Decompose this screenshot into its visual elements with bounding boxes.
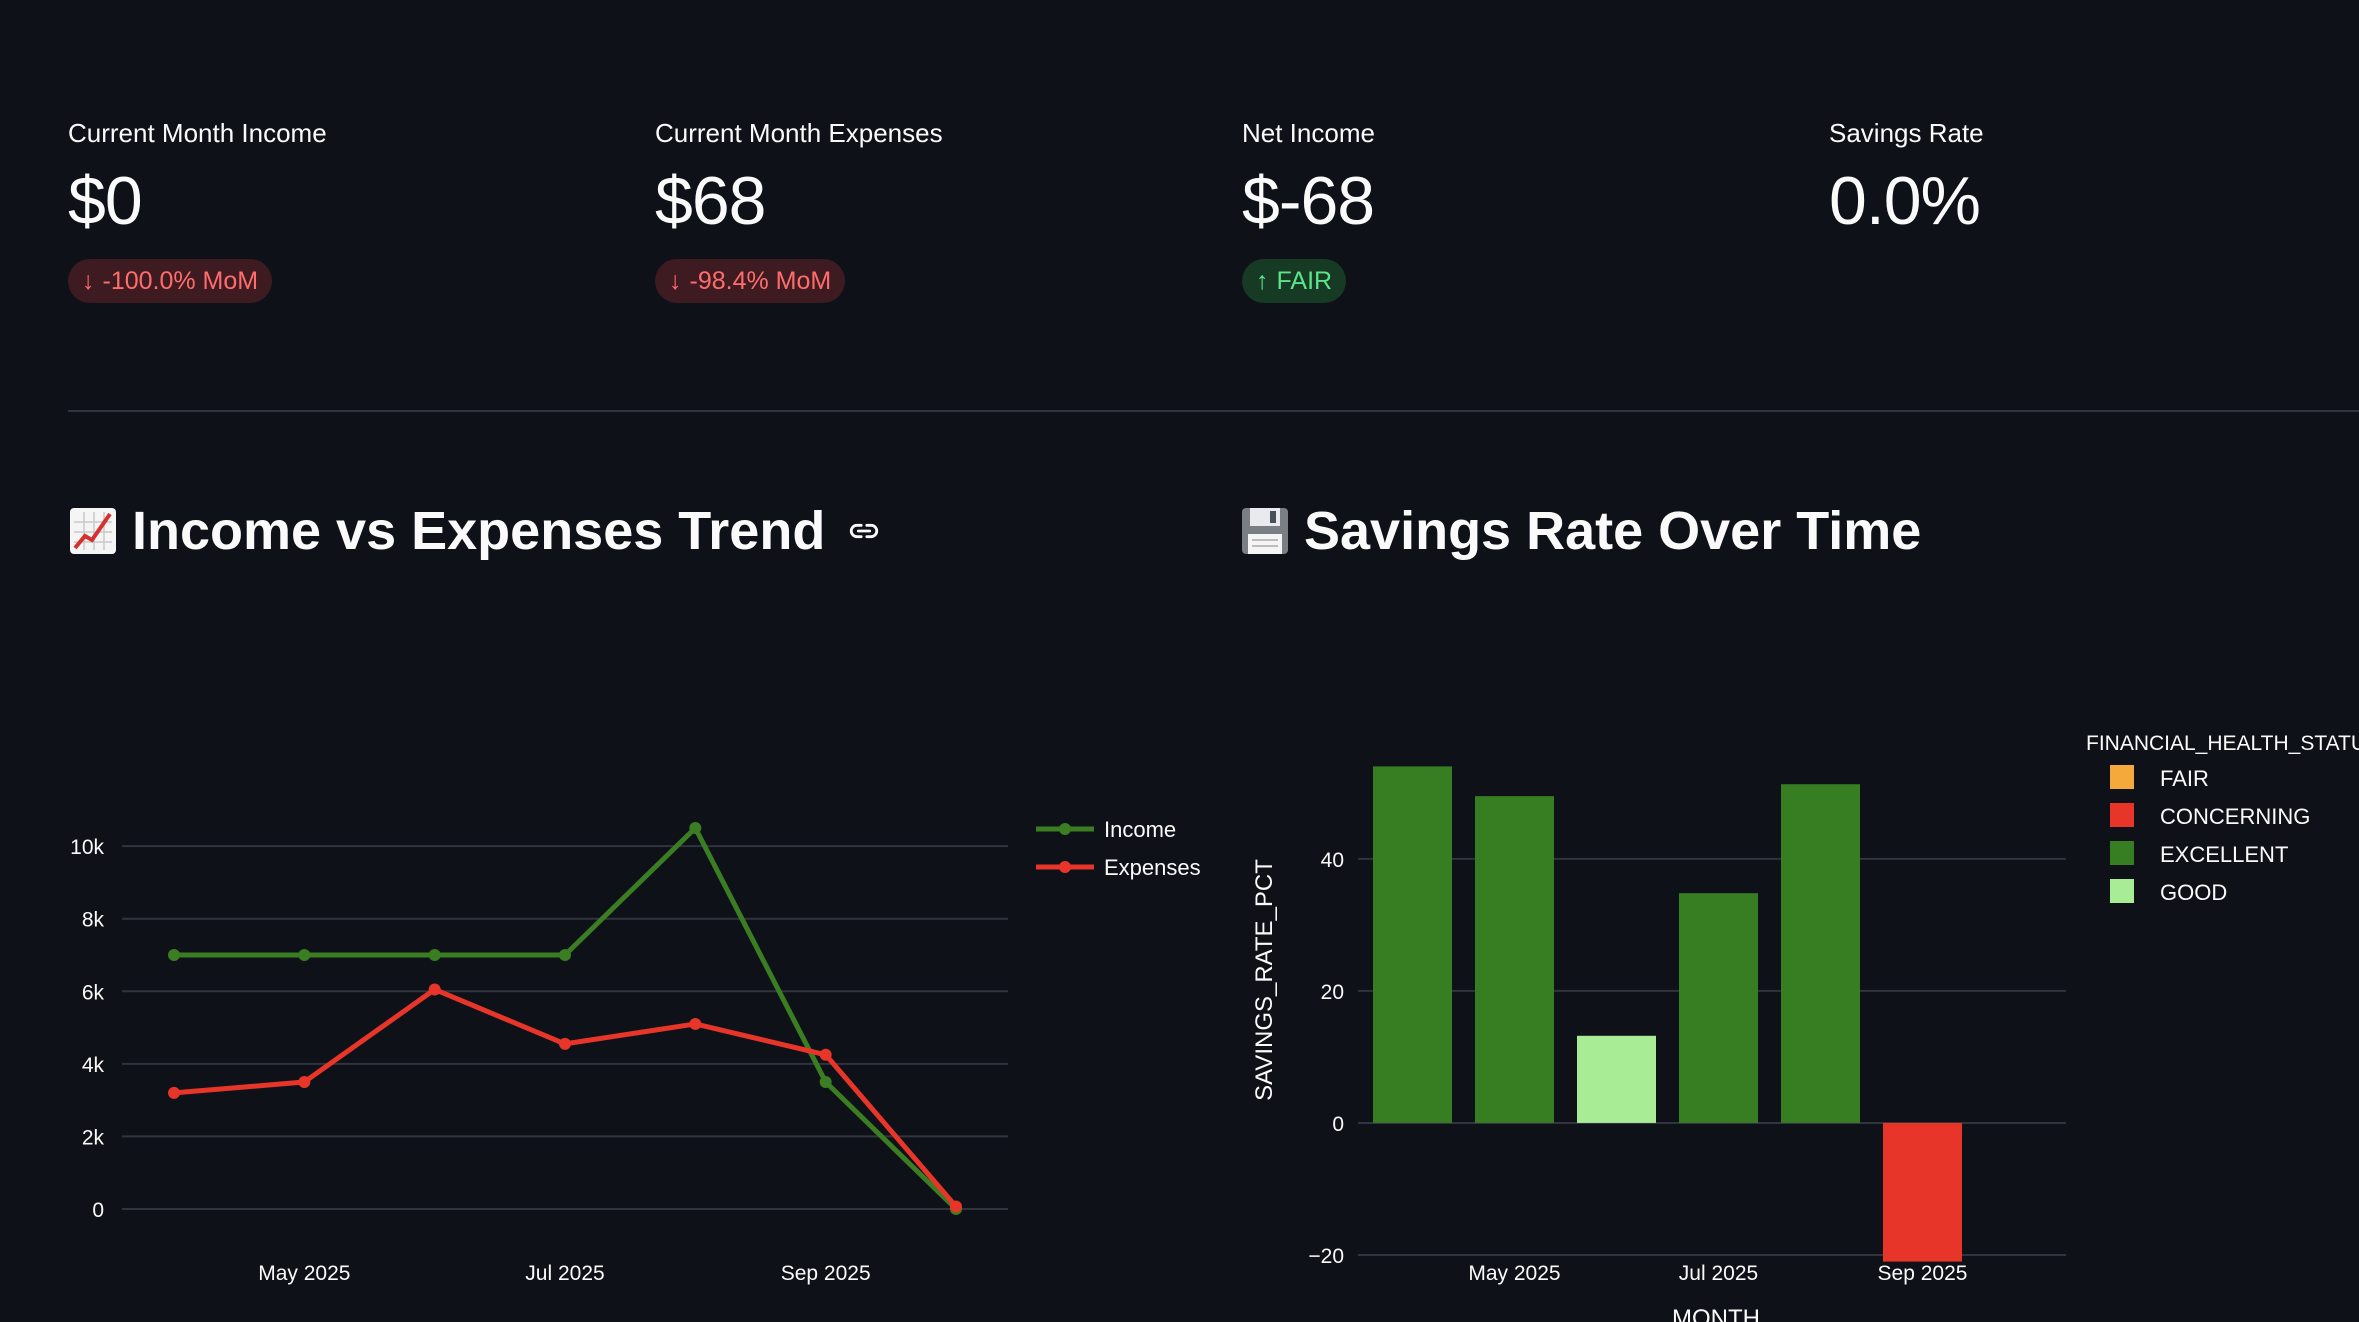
bar bbox=[1475, 796, 1554, 1123]
y-tick-label: 20 bbox=[1321, 981, 1344, 1004]
metric-label: Current Month Income bbox=[68, 118, 327, 148]
data-point bbox=[168, 1086, 180, 1099]
data-point bbox=[689, 822, 702, 834]
legend-swatch bbox=[2110, 803, 2134, 827]
data-point bbox=[559, 949, 571, 961]
metric-net-income: Net Income $-68 ↑ FAIR bbox=[1242, 118, 1762, 303]
x-tick-label: Sep 2025 bbox=[781, 1262, 871, 1285]
section-title-text: Savings Rate Over Time bbox=[1304, 501, 1922, 561]
data-point bbox=[950, 1200, 962, 1213]
chart-increasing-emoji-icon bbox=[68, 504, 118, 558]
metric-savings-rate: Savings Rate 0.0% bbox=[1829, 118, 2349, 235]
income-expenses-chart: 0 2k 4k 6k 8k 10k May 2025 Jul 2025 Sep 2025 In… bbox=[70, 817, 1201, 1285]
legend-label: Income bbox=[1104, 817, 1176, 842]
data-point bbox=[819, 1076, 832, 1088]
metric-value: $68 bbox=[655, 163, 766, 239]
x-tick-label: Jul 2025 bbox=[525, 1262, 604, 1285]
legend-swatch bbox=[2110, 879, 2134, 903]
legend-swatch bbox=[2110, 841, 2134, 865]
metric-income: Current Month Income $0 ↓ -100.0% MoM bbox=[68, 118, 588, 303]
legend-label: EXCELLENT bbox=[2160, 842, 2288, 867]
x-tick-label: Sep 2025 bbox=[1878, 1262, 1968, 1285]
legend-title: FINANCIAL_HEALTH_STATU bbox=[2086, 732, 2359, 755]
y-axis-label: SAVINGS_RATE_PCT bbox=[1251, 859, 1278, 1101]
data-point bbox=[428, 949, 441, 961]
y-tick-label: −20 bbox=[1308, 1245, 1344, 1268]
x-axis-label: MONTH bbox=[1672, 1305, 1760, 1322]
x-tick-label: May 2025 bbox=[1468, 1262, 1560, 1285]
legend-label: Expenses bbox=[1104, 855, 1201, 880]
arrow-down-icon: ↓ bbox=[82, 266, 95, 295]
savings-section-title: Savings Rate Over Time bbox=[1240, 500, 1921, 562]
y-tick-label: 2k bbox=[82, 1126, 105, 1149]
metric-delta-badge: ↓ -98.4% MoM bbox=[655, 259, 846, 303]
bar bbox=[1577, 1035, 1656, 1123]
legend-marker bbox=[1059, 823, 1071, 835]
trend-section-title: Income vs Expenses Trend bbox=[68, 500, 881, 562]
data-point bbox=[298, 949, 311, 961]
legend-label: CONCERNING bbox=[2160, 804, 2310, 829]
y-tick-label: 10k bbox=[70, 836, 104, 859]
legend-label: GOOD bbox=[2160, 880, 2227, 905]
bar bbox=[1373, 766, 1452, 1123]
bar bbox=[1781, 784, 1860, 1123]
y-tick-label: 6k bbox=[82, 981, 105, 1004]
metric-delta-badge: ↓ -100.0% MoM bbox=[68, 259, 273, 303]
metric-label: Current Month Expenses bbox=[655, 118, 943, 148]
metric-value: 0.0% bbox=[1829, 163, 1981, 239]
metric-delta-badge: ↑ FAIR bbox=[1242, 259, 1347, 303]
data-point bbox=[819, 1048, 832, 1061]
y-tick-label: 0 bbox=[92, 1199, 104, 1222]
metric-label: Savings Rate bbox=[1829, 118, 1984, 148]
floppy-disk-emoji-icon bbox=[1240, 504, 1290, 558]
y-tick-label: 40 bbox=[1321, 849, 1344, 872]
bar bbox=[1883, 1122, 1962, 1262]
metric-expenses: Current Month Expenses $68 ↓ -98.4% MoM bbox=[655, 118, 1175, 303]
metric-delta-text: -98.4% MoM bbox=[689, 266, 832, 295]
bar bbox=[1679, 893, 1758, 1123]
data-point bbox=[168, 949, 180, 961]
data-point bbox=[428, 983, 441, 996]
metric-label: Net Income bbox=[1242, 118, 1375, 148]
metric-delta-text: -100.0% MoM bbox=[102, 266, 259, 295]
data-point bbox=[298, 1076, 311, 1088]
legend-label: FAIR bbox=[2160, 766, 2209, 791]
y-tick-label: 8k bbox=[82, 909, 105, 932]
metric-value: $-68 bbox=[1242, 163, 1375, 239]
x-tick-label: Jul 2025 bbox=[1679, 1262, 1758, 1285]
legend-marker bbox=[1059, 861, 1071, 873]
savings-rate-chart: −20 0 20 40 May 2025 Jul 2025 Sep 2025 SAVING… bbox=[1251, 732, 2359, 1322]
data-point bbox=[559, 1037, 571, 1050]
arrow-down-icon: ↓ bbox=[669, 266, 682, 295]
legend-swatch bbox=[2110, 765, 2134, 789]
divider bbox=[68, 410, 2359, 412]
series-line-income bbox=[174, 825, 958, 1211]
arrow-up-icon: ↑ bbox=[1256, 266, 1269, 295]
x-tick-label: May 2025 bbox=[258, 1262, 350, 1285]
y-tick-label: 0 bbox=[1332, 1113, 1344, 1136]
metric-delta-text: FAIR bbox=[1276, 266, 1333, 295]
data-point bbox=[689, 1017, 702, 1030]
section-title-text: Income vs Expenses Trend bbox=[132, 501, 826, 561]
metric-value: $0 bbox=[68, 163, 143, 239]
y-tick-label: 4k bbox=[82, 1054, 105, 1077]
link-icon[interactable] bbox=[847, 514, 881, 548]
